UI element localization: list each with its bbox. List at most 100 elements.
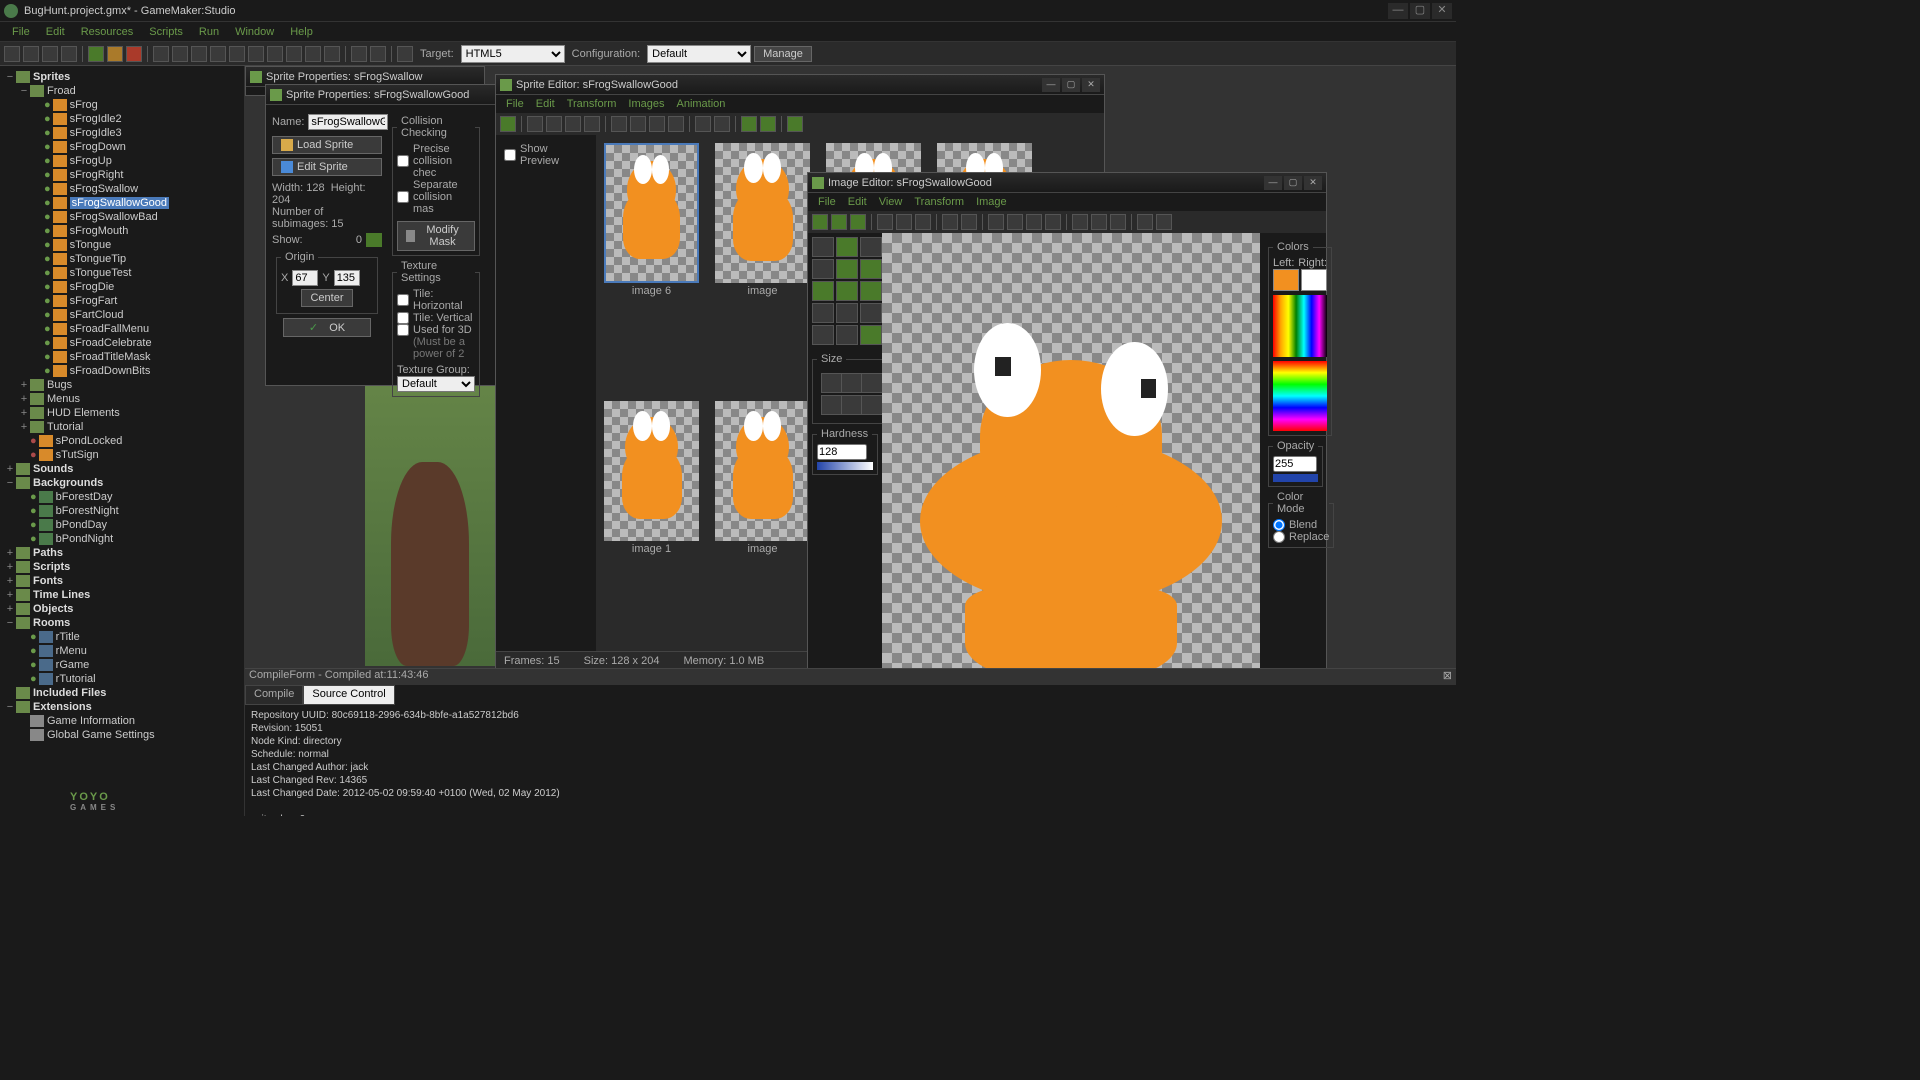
tool-fillellipse[interactable] bbox=[860, 281, 882, 301]
right-color-swatch[interactable] bbox=[1301, 269, 1327, 291]
se-tb-1[interactable] bbox=[527, 116, 543, 132]
tree-folder-item[interactable]: +Tutorial bbox=[4, 420, 240, 434]
tree-froad[interactable]: Froad bbox=[47, 85, 76, 97]
menu-file[interactable]: File bbox=[4, 26, 38, 38]
tree-ext-item[interactable]: Global Game Settings bbox=[4, 728, 240, 742]
tilev-checkbox[interactable] bbox=[397, 312, 409, 324]
tree-bg-item[interactable]: ●bForestNight bbox=[4, 504, 240, 518]
tree-category[interactable]: +Fonts bbox=[4, 574, 240, 588]
tree-category[interactable]: +Time Lines bbox=[4, 588, 240, 602]
tool-picker[interactable] bbox=[836, 325, 858, 345]
sprite-frame[interactable]: image bbox=[715, 401, 810, 643]
se-tb-3[interactable] bbox=[565, 116, 581, 132]
ie-tb-11[interactable] bbox=[1091, 214, 1107, 230]
se-tb-5[interactable] bbox=[611, 116, 627, 132]
minimize-button[interactable]: — bbox=[1388, 3, 1408, 19]
replace-radio[interactable] bbox=[1273, 531, 1285, 543]
tree-sprite-item[interactable]: ●sFrogMouth bbox=[4, 224, 240, 238]
tree-room-item[interactable]: ●rGame bbox=[4, 658, 240, 672]
maximize-button[interactable]: ▢ bbox=[1410, 3, 1430, 19]
menu-run[interactable]: Run bbox=[191, 26, 227, 38]
tree-sprite-item[interactable]: ●sFroadTitleMask bbox=[4, 350, 240, 364]
tree-sprite-item[interactable]: ●sFrog bbox=[4, 98, 240, 112]
tool-pencil[interactable] bbox=[812, 237, 834, 257]
compile-tab-compile[interactable]: Compile bbox=[245, 685, 303, 705]
tree-sprite-item[interactable]: ●sPondLocked bbox=[4, 434, 240, 448]
sprite-frame[interactable]: image 1 bbox=[604, 401, 699, 643]
se-tb-6[interactable] bbox=[630, 116, 646, 132]
ie-tb-7[interactable] bbox=[1007, 214, 1023, 230]
show-preview-checkbox[interactable] bbox=[504, 149, 516, 161]
tree-folder-item[interactable]: +Bugs bbox=[4, 378, 240, 392]
tb-new[interactable] bbox=[4, 46, 20, 62]
tb-10[interactable] bbox=[324, 46, 340, 62]
se-tb-9[interactable] bbox=[695, 116, 711, 132]
hardness-slider[interactable] bbox=[817, 462, 873, 470]
tree-sprite-item[interactable]: ●sFartCloud bbox=[4, 308, 240, 322]
compile-tab-source[interactable]: Source Control bbox=[303, 685, 394, 705]
ie-tb-1[interactable] bbox=[877, 214, 893, 230]
origin-y-input[interactable] bbox=[334, 270, 360, 286]
se-menu-edit[interactable]: Edit bbox=[530, 98, 561, 110]
tb-export[interactable] bbox=[61, 46, 77, 62]
tree-category[interactable]: −Rooms bbox=[4, 616, 240, 630]
tree-sprite-item[interactable]: ●sFrogRight bbox=[4, 168, 240, 182]
se-tb-7[interactable] bbox=[649, 116, 665, 132]
tree-sprites[interactable]: Sprites bbox=[33, 71, 70, 83]
tree-bg-item[interactable]: ●bForestDay bbox=[4, 490, 240, 504]
tree-room-item[interactable]: ●rMenu bbox=[4, 644, 240, 658]
win-close[interactable]: ✕ bbox=[1304, 176, 1322, 190]
tree-category[interactable]: Included Files bbox=[4, 686, 240, 700]
manage-button[interactable]: Manage bbox=[754, 46, 812, 62]
size-4[interactable] bbox=[821, 395, 843, 415]
se-tb-12[interactable] bbox=[760, 116, 776, 132]
ie-tb-13[interactable] bbox=[1137, 214, 1153, 230]
modify-mask-button[interactable]: Modify Mask bbox=[397, 221, 475, 251]
win-min[interactable]: — bbox=[1264, 176, 1282, 190]
se-menu-animation[interactable]: Animation bbox=[671, 98, 732, 110]
tree-sprite-item[interactable]: ●sFrogSwallowBad bbox=[4, 210, 240, 224]
tb-5[interactable] bbox=[229, 46, 245, 62]
image-canvas[interactable] bbox=[882, 233, 1260, 705]
image-editor-window[interactable]: Image Editor: sFrogSwallowGood —▢✕ File … bbox=[807, 172, 1327, 724]
size-3[interactable] bbox=[861, 373, 883, 393]
tb-2[interactable] bbox=[172, 46, 188, 62]
tree-category[interactable]: +Paths bbox=[4, 546, 240, 560]
tb-7[interactable] bbox=[267, 46, 283, 62]
ie-tb-2[interactable] bbox=[896, 214, 912, 230]
ok-button[interactable]: ✓ OK bbox=[283, 318, 371, 337]
ie-tb-8[interactable] bbox=[1026, 214, 1042, 230]
tree-sprite-item[interactable]: ●sTongue bbox=[4, 238, 240, 252]
origin-x-input[interactable] bbox=[292, 270, 318, 286]
ie-tb-next[interactable] bbox=[850, 214, 866, 230]
tb-stop[interactable] bbox=[126, 46, 142, 62]
tool-swap[interactable] bbox=[860, 325, 882, 345]
ie-menu-transform[interactable]: Transform bbox=[908, 196, 970, 208]
menu-window[interactable]: Window bbox=[227, 26, 282, 38]
sprite-frame[interactable]: image 6 bbox=[604, 143, 699, 385]
ie-tb-12[interactable] bbox=[1110, 214, 1126, 230]
tree-sprite-item[interactable]: ●sFrogSwallow bbox=[4, 182, 240, 196]
tree-ext-item[interactable]: Game Information bbox=[4, 714, 240, 728]
color-palette[interactable] bbox=[1273, 295, 1327, 357]
used3d-checkbox[interactable] bbox=[397, 324, 409, 336]
se-menu-file[interactable]: File bbox=[500, 98, 530, 110]
win-max[interactable]: ▢ bbox=[1284, 176, 1302, 190]
ie-menu-file[interactable]: File bbox=[812, 196, 842, 208]
tb-3[interactable] bbox=[191, 46, 207, 62]
tb-11[interactable] bbox=[351, 46, 367, 62]
left-color-swatch[interactable] bbox=[1273, 269, 1299, 291]
tb-8[interactable] bbox=[286, 46, 302, 62]
tb-9[interactable] bbox=[305, 46, 321, 62]
se-menu-transform[interactable]: Transform bbox=[561, 98, 623, 110]
menu-resources[interactable]: Resources bbox=[73, 26, 142, 38]
tileh-checkbox[interactable] bbox=[397, 294, 409, 306]
tree-sprite-item[interactable]: ●sFrogDown bbox=[4, 140, 240, 154]
edit-sprite-button[interactable]: Edit Sprite bbox=[272, 158, 382, 176]
tree-folder-item[interactable]: +HUD Elements bbox=[4, 406, 240, 420]
tree-sprite-item[interactable]: ●sFrogDie bbox=[4, 280, 240, 294]
ie-tb-5[interactable] bbox=[961, 214, 977, 230]
texgroup-select[interactable]: Default bbox=[397, 376, 475, 392]
se-tb-10[interactable] bbox=[714, 116, 730, 132]
tree-sprite-item[interactable]: ●sFrogIdle2 bbox=[4, 112, 240, 126]
